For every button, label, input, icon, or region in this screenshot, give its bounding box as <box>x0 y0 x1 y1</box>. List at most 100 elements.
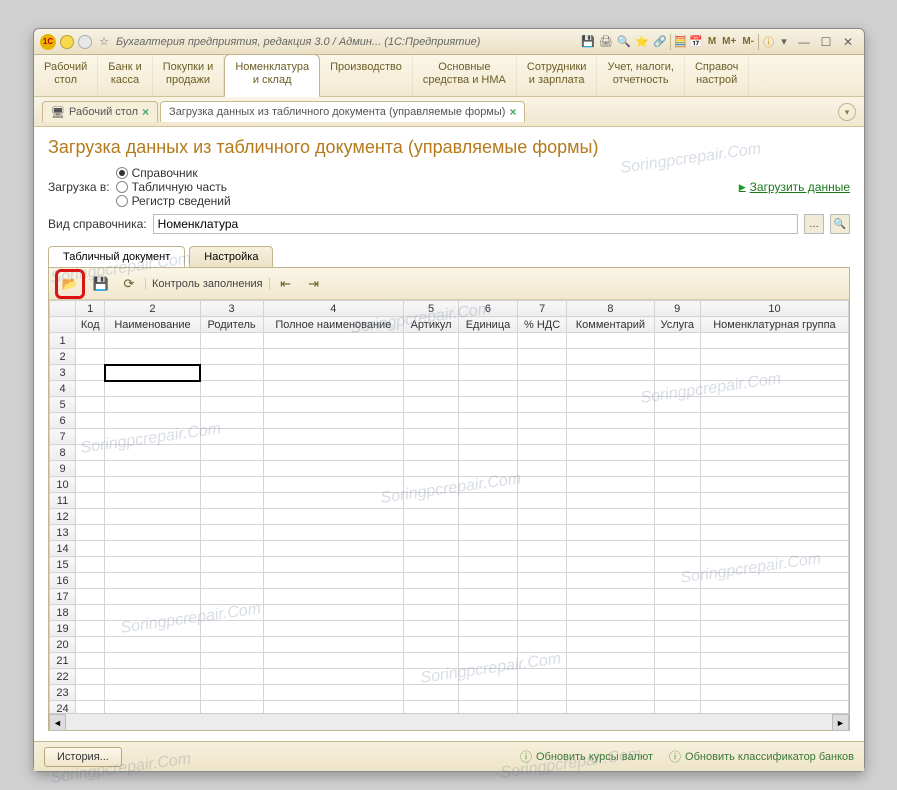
grid-cell[interactable] <box>654 509 700 525</box>
grid-cell[interactable] <box>200 333 263 349</box>
mplus-button[interactable]: M+ <box>720 34 738 50</box>
grid-cell[interactable] <box>459 397 518 413</box>
grid-cell[interactable] <box>76 653 105 669</box>
grid-cell[interactable] <box>105 445 200 461</box>
grid-cell[interactable] <box>459 429 518 445</box>
grid-cell[interactable] <box>200 525 263 541</box>
grid-cell[interactable] <box>263 637 404 653</box>
history-button[interactable]: История... <box>44 747 122 767</box>
grid-cell[interactable] <box>263 381 404 397</box>
grid-cell[interactable] <box>459 445 518 461</box>
row-number[interactable]: 21 <box>50 653 76 669</box>
grid-cell[interactable] <box>517 621 566 637</box>
grid-cell[interactable] <box>700 589 848 605</box>
grid-cell[interactable] <box>567 429 654 445</box>
move-right-button[interactable]: ⇥ <box>302 272 326 296</box>
grid-cell[interactable] <box>700 381 848 397</box>
row-number[interactable]: 8 <box>50 445 76 461</box>
grid-cell[interactable] <box>700 429 848 445</box>
grid-cell[interactable] <box>105 461 200 477</box>
favorite-star-icon[interactable]: ☆ <box>96 34 112 50</box>
row-number[interactable]: 20 <box>50 637 76 653</box>
grid-cell[interactable] <box>263 493 404 509</box>
grid-cell[interactable] <box>567 637 654 653</box>
tab-0[interactable]: 🖥Рабочий стол× <box>42 101 158 122</box>
mainmenu-item-5[interactable]: Основныесредства и НМА <box>413 55 517 96</box>
grid-cell[interactable] <box>700 557 848 573</box>
col-number[interactable]: 3 <box>200 301 263 317</box>
grid-cell[interactable] <box>263 557 404 573</box>
grid-cell[interactable] <box>654 349 700 365</box>
grid-cell[interactable] <box>567 445 654 461</box>
grid-cell[interactable] <box>517 477 566 493</box>
grid-cell[interactable] <box>76 525 105 541</box>
grid-cell[interactable] <box>263 685 404 701</box>
grid-cell[interactable] <box>700 621 848 637</box>
col-number[interactable]: 4 <box>263 301 404 317</box>
row-number[interactable]: 4 <box>50 381 76 397</box>
grid-cell[interactable] <box>404 605 459 621</box>
grid-cell[interactable] <box>105 573 200 589</box>
print-icon[interactable]: 🖨 <box>598 34 614 50</box>
grid-cell[interactable] <box>200 701 263 714</box>
grid-cell[interactable] <box>105 525 200 541</box>
grid-cell[interactable] <box>567 589 654 605</box>
grid-cell[interactable] <box>700 333 848 349</box>
grid-cell[interactable] <box>459 557 518 573</box>
grid-cell[interactable] <box>459 461 518 477</box>
grid-cell[interactable] <box>517 381 566 397</box>
select-dir-button[interactable]: … <box>804 214 824 234</box>
preview-icon[interactable]: 🔍 <box>616 34 632 50</box>
row-number[interactable]: 7 <box>50 429 76 445</box>
grid-cell[interactable] <box>105 429 200 445</box>
grid-cell[interactable] <box>263 445 404 461</box>
subtab-0[interactable]: Табличный документ <box>48 246 185 267</box>
grid-cell[interactable] <box>105 653 200 669</box>
grid-cell[interactable] <box>654 685 700 701</box>
grid-cell[interactable] <box>517 349 566 365</box>
grid-cell[interactable] <box>263 365 404 381</box>
row-number[interactable]: 2 <box>50 349 76 365</box>
nav-fwd-icon[interactable] <box>78 35 92 49</box>
grid-cell[interactable] <box>76 429 105 445</box>
grid-cell[interactable] <box>105 605 200 621</box>
grid-cell[interactable] <box>700 397 848 413</box>
mainmenu-item-4[interactable]: Производство <box>320 55 413 96</box>
grid-cell[interactable] <box>200 413 263 429</box>
expand-tabs-icon[interactable]: ▾ <box>838 103 856 121</box>
grid-cell[interactable] <box>700 509 848 525</box>
grid-cell[interactable] <box>654 493 700 509</box>
row-number[interactable]: 14 <box>50 541 76 557</box>
grid-cell[interactable] <box>567 381 654 397</box>
grid-cell[interactable] <box>567 621 654 637</box>
grid-cell[interactable] <box>459 621 518 637</box>
row-number[interactable]: 6 <box>50 413 76 429</box>
grid-cell[interactable] <box>517 429 566 445</box>
grid-cell[interactable] <box>200 429 263 445</box>
grid-cell[interactable] <box>459 381 518 397</box>
col-number[interactable]: 10 <box>700 301 848 317</box>
grid-cell[interactable] <box>567 557 654 573</box>
grid-cell[interactable] <box>105 333 200 349</box>
grid-cell[interactable] <box>200 493 263 509</box>
grid-cell[interactable] <box>404 589 459 605</box>
tab-1[interactable]: Загрузка данных из табличного документа … <box>160 101 525 122</box>
nav-back-icon[interactable] <box>60 35 74 49</box>
grid-cell[interactable] <box>404 509 459 525</box>
grid-cell[interactable] <box>567 573 654 589</box>
grid-cell[interactable] <box>700 653 848 669</box>
grid-cell[interactable] <box>517 685 566 701</box>
search-dir-button[interactable]: 🔍 <box>830 214 850 234</box>
grid-cell[interactable] <box>76 349 105 365</box>
save-file-button[interactable]: 💾 <box>89 272 113 296</box>
grid-cell[interactable] <box>459 477 518 493</box>
grid-cell[interactable] <box>404 445 459 461</box>
grid-cell[interactable] <box>105 413 200 429</box>
grid-cell[interactable] <box>700 477 848 493</box>
grid-cell[interactable] <box>459 413 518 429</box>
mainmenu-item-8[interactable]: Справочнастрой <box>685 55 749 96</box>
save-icon[interactable]: 💾 <box>580 34 596 50</box>
grid-cell[interactable] <box>76 413 105 429</box>
row-number[interactable]: 9 <box>50 461 76 477</box>
grid-cell[interactable] <box>654 541 700 557</box>
